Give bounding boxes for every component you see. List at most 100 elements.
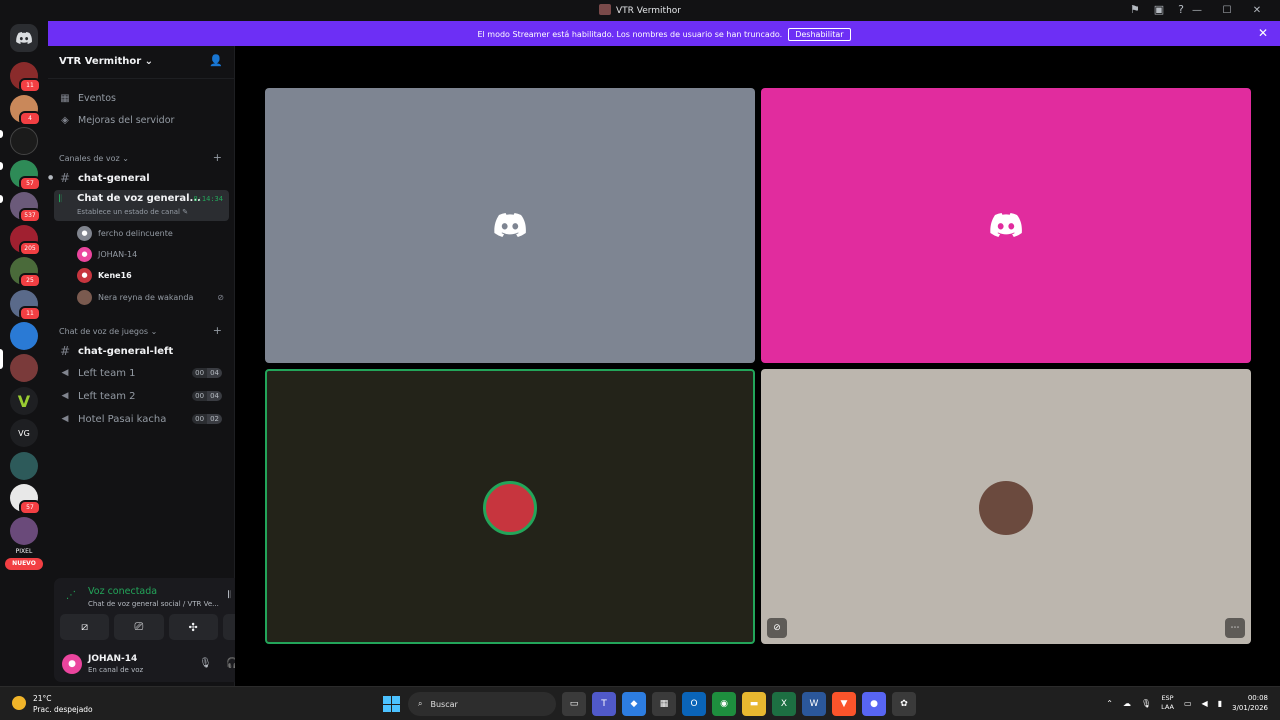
teams-icon[interactable]: T <box>592 692 616 716</box>
participant-tile[interactable] <box>761 88 1251 363</box>
server-icon-11[interactable]: V <box>10 387 38 415</box>
server-icon-13[interactable] <box>10 452 38 480</box>
user-avatar[interactable]: ● <box>62 654 82 674</box>
battery-icon[interactable]: ▮ <box>1218 699 1222 708</box>
participant-avatar <box>979 481 1033 535</box>
close-banner-icon[interactable]: ✕ <box>1258 26 1268 40</box>
chevron-up-icon[interactable]: ⌃ <box>1106 699 1113 708</box>
server-icon-2[interactable]: 4 <box>10 95 41 126</box>
disable-streamer-button[interactable]: Deshabilitar <box>788 28 851 41</box>
add-channel-icon[interactable]: + <box>213 151 222 164</box>
muted-mic-icon: ⊘ <box>767 618 787 638</box>
outlook-icon[interactable]: O <box>682 692 706 716</box>
store-icon[interactable]: ▦ <box>652 692 676 716</box>
minimize-button[interactable]: — <box>1182 3 1212 18</box>
participant-tile[interactable]: ⊘ ⋯ <box>761 369 1251 644</box>
search-icon: ⌕ <box>418 699 423 708</box>
server-icon-10[interactable] <box>10 354 38 382</box>
microphone-icon[interactable]: 🎙 <box>199 658 212 669</box>
server-boost-item[interactable]: ◈ Mejoras del servidor <box>54 110 229 130</box>
unread-pill <box>0 162 3 170</box>
channel-chat-general[interactable]: # chat-general <box>54 168 229 188</box>
server-name: VTR Vermithor ⌄ <box>59 56 154 67</box>
voice-user[interactable]: ● Kene16 <box>77 265 227 285</box>
window-title: VTR Vermithor <box>0 4 1280 16</box>
camera-off-button[interactable]: ⧄ <box>60 614 110 640</box>
mic-tray-icon[interactable]: 🎙 <box>1141 699 1151 708</box>
server-icon-12[interactable]: VG <box>10 419 38 447</box>
voice-user[interactable]: Nera reyna de wakanda ⊘ <box>77 287 227 307</box>
screen-icon[interactable]: ▣ <box>1154 3 1164 16</box>
language-indicator[interactable]: ESP LAA <box>1161 694 1174 712</box>
active-voice-channel[interactable]: 𝄃 Chat de voz general... 8:14:34 Estable… <box>54 190 229 221</box>
file-explorer-icon[interactable]: ▬ <box>742 692 766 716</box>
participant-tile[interactable] <box>265 88 755 363</box>
channel-chat-general-left[interactable]: # chat-general-left <box>54 341 229 361</box>
new-badge: NUEVO <box>5 558 43 570</box>
start-button[interactable] <box>380 693 402 715</box>
boost-icon: ◈ <box>61 114 69 126</box>
username[interactable]: JOHAN-14 <box>88 654 137 664</box>
channel-left-team-2[interactable]: ◀ Left team 2 00 04 <box>54 386 229 406</box>
voice-user[interactable]: ● JOHAN-14 <box>77 244 227 264</box>
server-list: 11 4 57 537 205 25 11 V VG 57 PIXEL NUEV… <box>0 21 48 686</box>
voice-channel-name[interactable]: Chat de voz general social / VTR Ve... <box>88 600 219 608</box>
server-icon-15[interactable] <box>10 517 38 545</box>
server-icon-8[interactable]: 11 <box>10 290 41 321</box>
sun-icon <box>12 696 26 710</box>
excel-icon[interactable]: X <box>772 692 796 716</box>
taskbar-search[interactable]: ⌕ Buscar <box>408 692 556 716</box>
discord-taskbar-icon[interactable]: ● <box>862 692 886 716</box>
server-icon-1[interactable]: 11 <box>10 62 41 93</box>
category-voice[interactable]: Canales de voz ⌄ <box>59 154 129 163</box>
server-icon-7[interactable]: 25 <box>10 257 41 288</box>
user-count: 00 04 <box>192 368 222 378</box>
server-icon-6[interactable]: 205 <box>10 225 41 256</box>
server-icon-9[interactable] <box>10 322 38 350</box>
set-channel-status[interactable]: Establece un estado de canal ✎ <box>77 208 188 216</box>
server-header[interactable]: VTR Vermithor ⌄ 👤 <box>48 46 235 79</box>
selected-pill <box>0 349 3 369</box>
noise-suppression-icon[interactable]: 𝄃 <box>228 590 230 601</box>
category-games[interactable]: Chat de voz de juegos ⌄ <box>59 327 157 336</box>
more-options-icon[interactable]: ⋯ <box>1225 618 1245 638</box>
user-count: 00 04 <box>192 391 222 401</box>
voice-activity-icon: 𝄃 <box>59 194 62 205</box>
copilot-icon[interactable]: ◆ <box>622 692 646 716</box>
network-icon[interactable]: ▭ <box>1184 699 1192 708</box>
inbox-icon[interactable]: ⚑ <box>1130 3 1140 16</box>
add-channel-icon[interactable]: + <box>213 324 222 337</box>
speaker-icon: ◀ <box>61 368 69 378</box>
unread-pill <box>0 195 3 203</box>
connection-signal-icon[interactable]: ⋰ <box>66 590 76 601</box>
chrome-icon[interactable]: ◉ <box>712 692 736 716</box>
muted-mic-icon: ⊘ <box>217 292 224 302</box>
events-item[interactable]: ▦ Eventos <box>54 88 229 108</box>
unread-pill <box>0 130 3 138</box>
server-icon-14[interactable]: 57 <box>10 484 41 515</box>
screen-share-button[interactable]: ⎚ <box>114 614 164 640</box>
avatar <box>77 289 92 305</box>
maximize-button[interactable]: ☐ <box>1212 3 1242 18</box>
server-icon-16[interactable]: PIXEL <box>10 546 38 556</box>
activities-button[interactable]: ✣ <box>168 614 218 640</box>
close-window-button[interactable]: ✕ <box>1242 3 1272 18</box>
hash-icon: # <box>59 344 71 358</box>
voice-user[interactable]: ● fercho delincuente <box>77 223 227 243</box>
brave-icon[interactable]: ▼ <box>832 692 856 716</box>
channel-left-team-1[interactable]: ◀ Left team 1 00 04 <box>54 363 229 383</box>
home-button[interactable] <box>10 24 38 52</box>
participant-tile-speaking[interactable] <box>265 369 755 644</box>
channel-hotel-pasai-kacha[interactable]: ◀ Hotel Pasai kacha 00 02 <box>54 409 229 429</box>
voice-connected-status[interactable]: Voz conectada <box>88 586 157 597</box>
server-icon-4[interactable]: 57 <box>10 160 41 191</box>
server-icon-5[interactable]: 537 <box>10 192 41 223</box>
clock[interactable]: 00:08 3/01/2026 <box>1232 693 1268 713</box>
server-icon-3[interactable] <box>10 127 38 155</box>
volume-icon[interactable]: ◀ <box>1202 699 1208 708</box>
word-icon[interactable]: W <box>802 692 826 716</box>
cloud-icon[interactable]: ☁ <box>1123 699 1131 708</box>
add-member-icon[interactable]: 👤 <box>209 54 223 67</box>
task-view-icon[interactable]: ▭ <box>562 692 586 716</box>
chatgpt-icon[interactable]: ✿ <box>892 692 916 716</box>
